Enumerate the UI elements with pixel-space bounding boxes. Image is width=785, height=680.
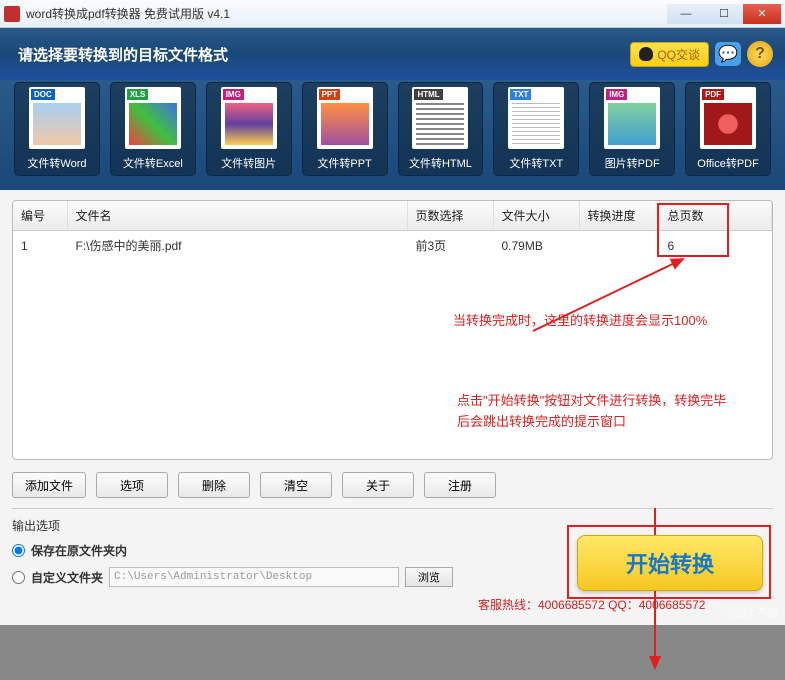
format-thumb-icon: PDF [700, 87, 756, 149]
app-icon [4, 6, 20, 22]
window-title: word转换成pdf转换器 免费试用版 v4.1 [26, 5, 667, 22]
cell-pages: 前3页 [407, 231, 493, 261]
format-thumb-icon: DOC [29, 87, 85, 149]
output-section-title: 输出选项 [12, 517, 773, 534]
format-tag: XLS [127, 89, 149, 100]
format-card-3[interactable]: PPT 文件转PPT [302, 82, 388, 176]
format-label: 文件转TXT [509, 155, 563, 171]
format-card-0[interactable]: DOC 文件转Word [14, 82, 100, 176]
qq-chat-button[interactable]: QQ交谈 [630, 42, 709, 67]
format-label: 文件转Word [27, 155, 86, 171]
hotline-text: 客服热线：4006685572 QQ：4006685572 [478, 596, 705, 613]
format-thumb-icon: IMG [604, 87, 660, 149]
format-card-6[interactable]: IMG 图片转PDF [589, 82, 675, 176]
browse-button[interactable]: 浏览 [405, 567, 453, 587]
register-button[interactable]: 注册 [424, 472, 496, 498]
cell-no: 1 [13, 231, 67, 261]
format-card-4[interactable]: HTML 文件转HTML [398, 82, 484, 176]
col-progress[interactable]: 转换进度 [579, 201, 659, 231]
cell-size: 0.79MB [493, 231, 579, 261]
format-card-5[interactable]: TXT 文件转TXT [493, 82, 579, 176]
qq-label: QQ交谈 [657, 46, 700, 63]
format-label: 文件转图片 [221, 155, 276, 171]
maximize-button[interactable]: ☐ [705, 4, 743, 24]
format-selector-row: DOC 文件转Word XLS 文件转Excel IMG 文件转图片 PPT 文件转PPT HT… [0, 80, 785, 190]
start-convert-button[interactable]: 开始转换 [577, 535, 763, 591]
annotation-progress-text: 当转换完成时，这里的转换进度会显示100% [453, 311, 733, 332]
cell-progress [579, 231, 659, 261]
add-file-button[interactable]: 添加文件 [12, 472, 86, 498]
format-tag: PPT [319, 89, 341, 100]
chat-icon[interactable]: 💬 [715, 42, 741, 66]
format-label: 图片转PDF [605, 155, 660, 171]
help-icon[interactable]: ? [747, 41, 773, 67]
format-label: 文件转Excel [123, 155, 183, 171]
label-custom-folder: 自定义文件夹 [31, 569, 103, 586]
options-button[interactable]: 选项 [96, 472, 168, 498]
action-button-row: 添加文件 选项 删除 清空 关于 注册 [12, 472, 773, 498]
qq-penguin-icon [639, 47, 653, 61]
app-window: word转换成pdf转换器 免费试用版 v4.1 — ☐ ✕ 请选择要转换到的目… [0, 0, 785, 625]
format-card-1[interactable]: XLS 文件转Excel [110, 82, 196, 176]
watermark: 9553下载 [726, 604, 777, 621]
window-controls: — ☐ ✕ [667, 4, 781, 24]
format-label: 文件转HTML [409, 155, 472, 171]
col-no[interactable]: 编号 [13, 201, 67, 231]
titlebar: word转换成pdf转换器 免费试用版 v4.1 — ☐ ✕ [0, 0, 785, 28]
col-name[interactable]: 文件名 [67, 201, 407, 231]
format-label: Office转PDF [697, 155, 759, 171]
format-thumb-icon: HTML [412, 87, 468, 149]
start-button-wrap: 开始转换 [577, 535, 763, 591]
col-pages[interactable]: 页数选择 [407, 201, 493, 231]
main-area: 编号 文件名 页数选择 文件大小 转换进度 总页数 1F:\伤感中的美丽.pdf… [0, 190, 785, 625]
delete-button[interactable]: 删除 [178, 472, 250, 498]
format-label: 文件转PPT [317, 155, 371, 171]
clear-button[interactable]: 清空 [260, 472, 332, 498]
format-card-7[interactable]: PDF Office转PDF [685, 82, 771, 176]
header-bar: 请选择要转换到的目标文件格式 QQ交谈 💬 ? [0, 28, 785, 80]
col-size[interactable]: 文件大小 [493, 201, 579, 231]
format-tag: IMG [606, 89, 627, 100]
label-same-folder: 保存在原文件夹内 [31, 542, 127, 559]
format-thumb-icon: XLS [125, 87, 181, 149]
format-tag: IMG [223, 89, 244, 100]
table-row[interactable]: 1F:\伤感中的美丽.pdf前3页0.79MB 6 [13, 231, 772, 261]
header-title: 请选择要转换到的目标文件格式 [18, 44, 228, 65]
format-thumb-icon: IMG [221, 87, 277, 149]
minimize-button[interactable]: — [667, 4, 705, 24]
file-table: 编号 文件名 页数选择 文件大小 转换进度 总页数 1F:\伤感中的美丽.pdf… [12, 200, 773, 460]
radio-custom-folder[interactable] [12, 571, 25, 584]
about-button[interactable]: 关于 [342, 472, 414, 498]
format-tag: PDF [702, 89, 724, 100]
output-path-input[interactable] [109, 567, 399, 587]
header-actions: QQ交谈 💬 ? [630, 41, 773, 67]
annotation-start-text: 点击"开始转换"按钮对文件进行转换，转换完毕后会跳出转换完成的提示窗口 [457, 391, 737, 433]
close-button[interactable]: ✕ [743, 4, 781, 24]
format-tag: DOC [31, 89, 55, 100]
radio-same-folder[interactable] [12, 544, 25, 557]
format-card-2[interactable]: IMG 文件转图片 [206, 82, 292, 176]
cell-name: F:\伤感中的美丽.pdf [67, 231, 407, 261]
format-tag: TXT [510, 89, 531, 100]
format-thumb-icon: TXT [508, 87, 564, 149]
col-total[interactable]: 总页数 [659, 201, 772, 231]
format-tag: HTML [414, 89, 442, 100]
format-thumb-icon: PPT [317, 87, 373, 149]
cell-total: 6 [659, 231, 772, 261]
